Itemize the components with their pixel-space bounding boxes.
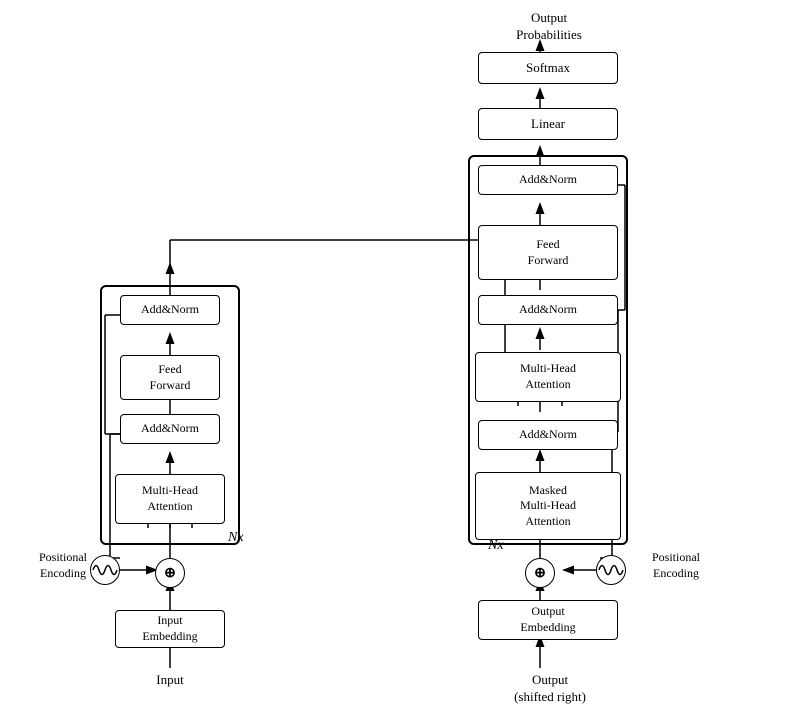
decoder-add-norm-1: Add&Norm <box>478 420 618 450</box>
encoder-add-norm-2: Add&Norm <box>120 295 220 325</box>
encoder-add-norm-1: Add&Norm <box>120 414 220 444</box>
decoder-nx-label: Nx <box>488 538 504 554</box>
decoder-positional-encoding-label: PositionalEncoding <box>636 550 716 581</box>
decoder-positional-encoding-icon <box>596 555 626 585</box>
softmax-box: Softmax <box>478 52 618 84</box>
decoder-output-label: Output(shifted right) <box>495 672 605 706</box>
decoder-plus-circle: ⊕ <box>525 558 555 588</box>
diagram-container: Nx Add&Norm Feed Forward Add&Norm Multi-… <box>0 0 800 720</box>
encoder-nx-label: Nx <box>228 530 244 546</box>
encoder-positional-encoding-label: PositionalEncoding <box>28 550 98 581</box>
decoder-output-embedding: Output Embedding <box>478 600 618 640</box>
decoder-feed-forward: Feed Forward <box>478 225 618 280</box>
encoder-plus-circle: ⊕ <box>155 558 185 588</box>
encoder-input-embedding: Input Embedding <box>115 610 225 648</box>
decoder-masked-multi-head-attention: Masked Multi-Head Attention <box>475 472 621 540</box>
encoder-input-label: Input <box>140 672 200 688</box>
encoder-multi-head-attention: Multi-Head Attention <box>115 474 225 524</box>
decoder-multi-head-attention: Multi-Head Attention <box>475 352 621 402</box>
decoder-add-norm-3: Add&Norm <box>478 165 618 195</box>
linear-box: Linear <box>478 108 618 140</box>
output-probabilities-label: OutputProbabilities <box>490 10 608 44</box>
decoder-add-norm-2: Add&Norm <box>478 295 618 325</box>
encoder-feed-forward: Feed Forward <box>120 355 220 400</box>
